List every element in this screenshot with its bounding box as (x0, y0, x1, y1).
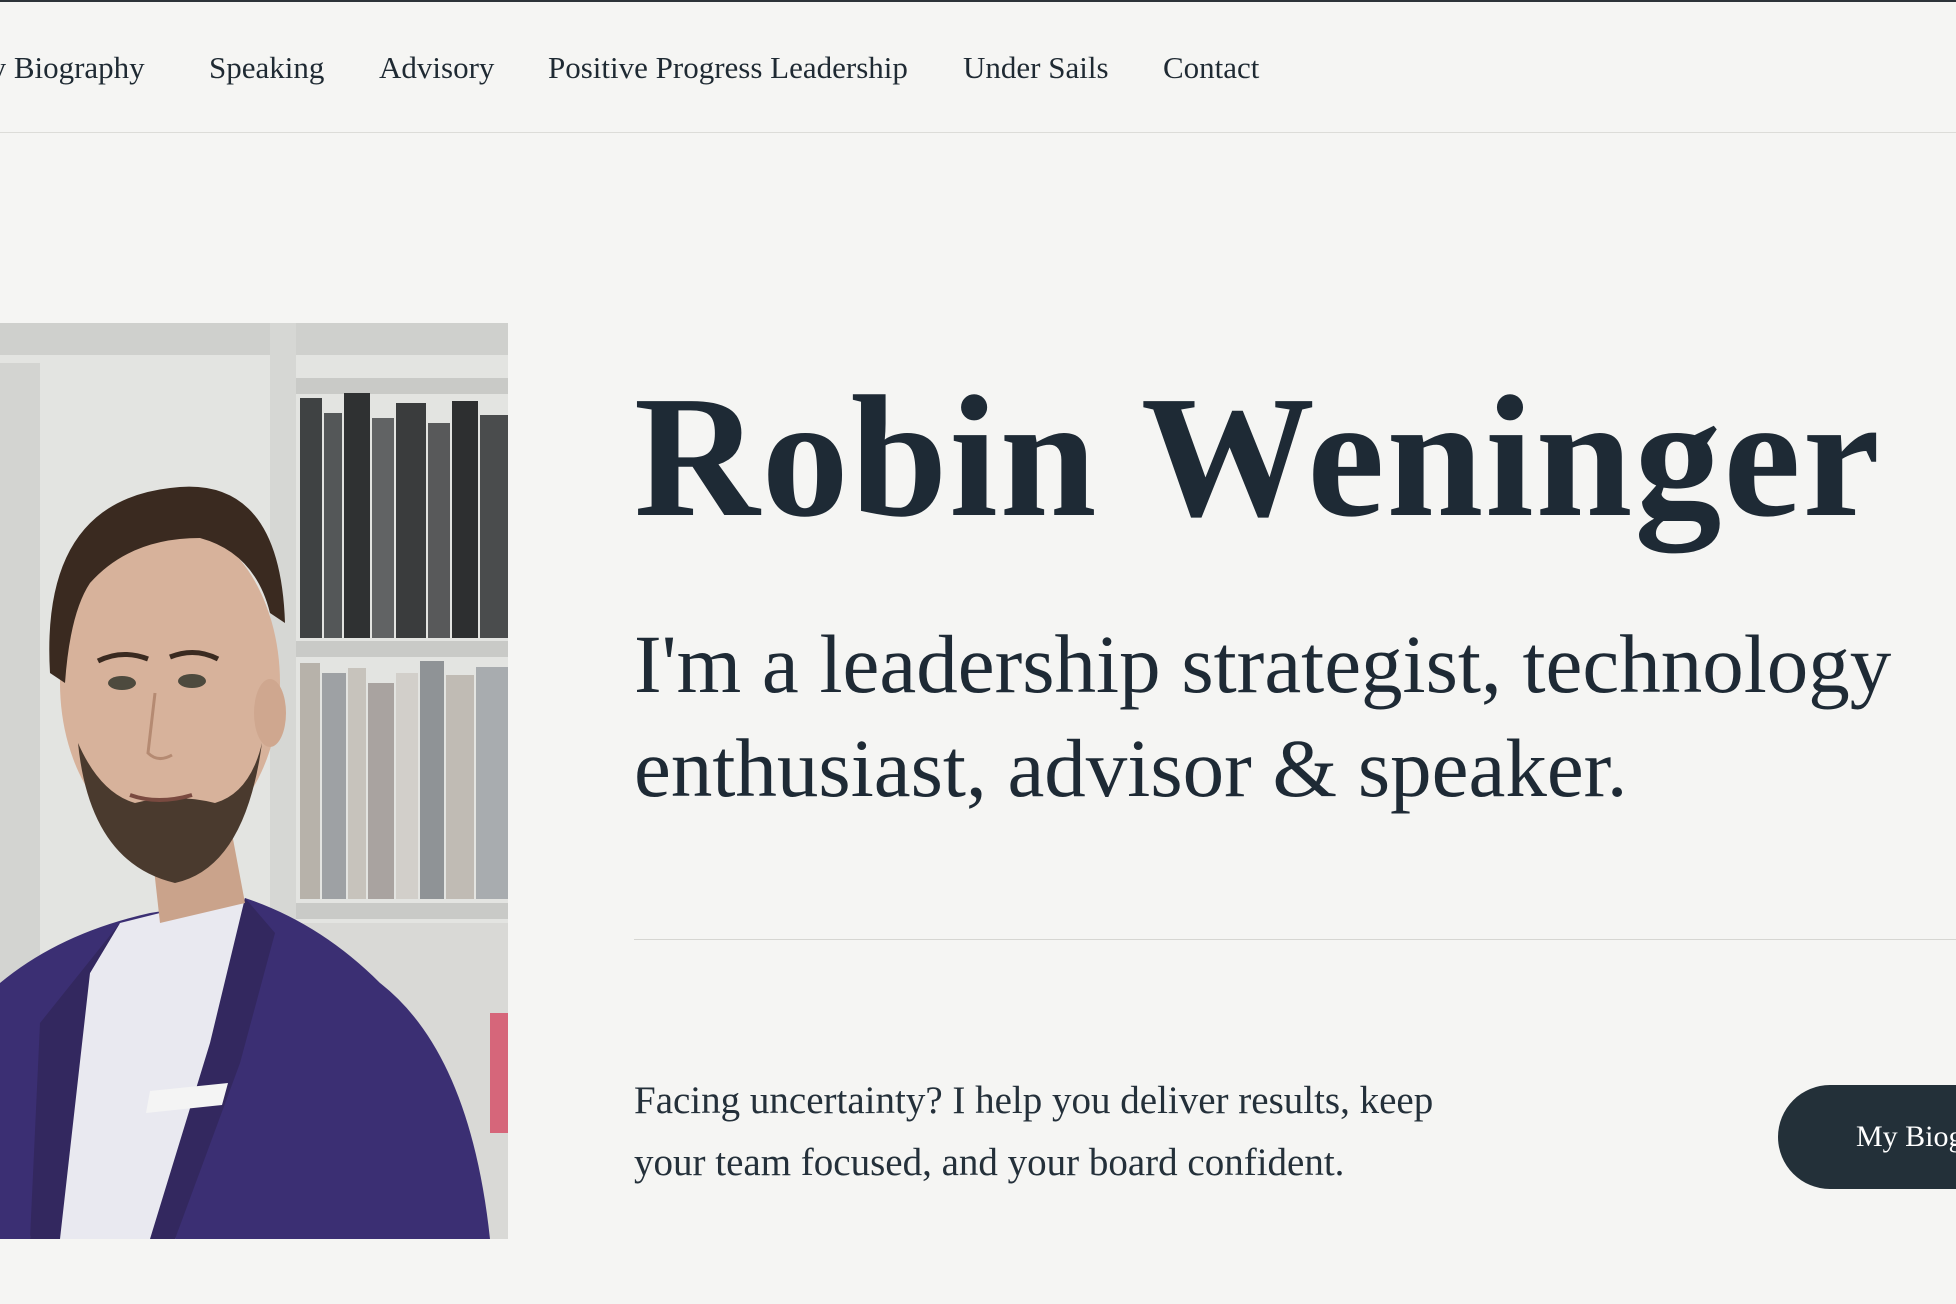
nav-item-speaking[interactable]: Speaking (209, 50, 324, 86)
nav-item-advisory[interactable]: Advisory (379, 50, 494, 86)
homepage: My Biography Speaking Advisory Positive … (0, 0, 1956, 1304)
hero-name: Robin Weninger (634, 360, 1882, 553)
section-divider (634, 939, 1956, 940)
nav-item-under-sails[interactable]: Under Sails (963, 50, 1109, 86)
portrait-illustration (0, 323, 508, 1239)
nav-item-contact[interactable]: Contact (1163, 50, 1259, 86)
main-navigation: My Biography Speaking Advisory Positive … (0, 0, 1956, 133)
portrait-photo (0, 323, 508, 1239)
my-biography-button[interactable]: My Biography (1778, 1085, 1956, 1189)
nav-item-my-biography[interactable]: My Biography (0, 50, 145, 86)
nav-item-positive-progress-leadership[interactable]: Positive Progress Leadership (548, 50, 908, 86)
hero-tagline: I'm a leadership strategist, technology … (634, 618, 1892, 814)
hero-body-text: Facing uncertainty? I help you deliver r… (634, 1079, 1434, 1184)
